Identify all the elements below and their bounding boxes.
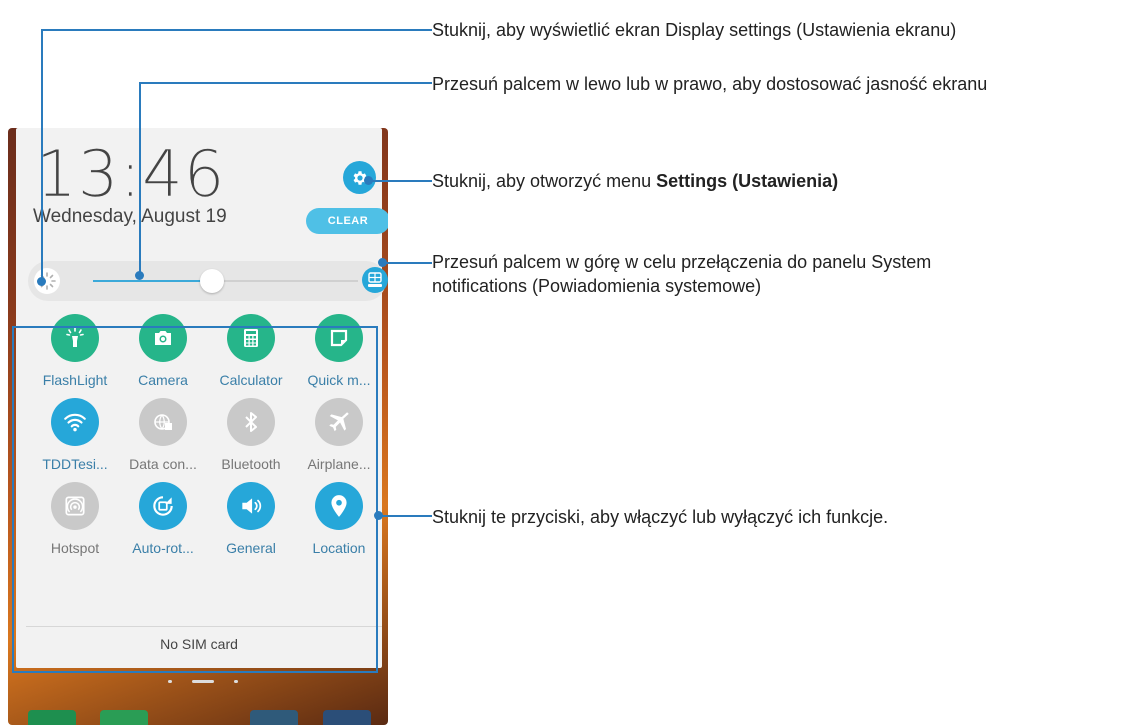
callout-settings-bold: Settings (Ustawienia): [656, 171, 839, 191]
callout-line2: notifications (Powiadomienia systemowe): [432, 276, 762, 296]
callout-line: [41, 29, 43, 281]
brightness-slider-thumb[interactable]: [200, 269, 225, 293]
callout-display-settings: Stuknij, aby wyświetlić ekran Display se…: [432, 20, 957, 40]
callout-line: [379, 515, 432, 517]
callout-settings-prefix: Stuknij, aby otworzyć menu: [432, 171, 657, 191]
brightness-track[interactable]: [93, 269, 358, 293]
brightness-fill: [93, 280, 213, 282]
callout-line: [139, 82, 141, 275]
auto-brightness-button[interactable]: [362, 267, 388, 293]
callout-line1: Przesuń palcem w górę w celu przełączeni…: [432, 252, 932, 272]
brightness-bar[interactable]: [28, 261, 388, 301]
callout-line: [139, 82, 432, 84]
auto-brightness-icon: [368, 272, 382, 287]
dock-app-icon[interactable]: [28, 710, 76, 725]
callout-dot: [378, 258, 387, 267]
callout-dot: [374, 511, 383, 520]
dock-app-icon[interactable]: [250, 710, 298, 725]
callout-system-notifications: Przesuń palcem w górę w celu przełączeni…: [432, 250, 931, 298]
callout-dot: [364, 176, 373, 185]
callout-dot: [135, 271, 144, 280]
clear-button[interactable]: CLEAR: [306, 208, 388, 234]
toggle-buttons-highlight: [12, 326, 378, 673]
callout-dot: [37, 277, 46, 286]
clock-time: 13:46: [36, 138, 226, 213]
dock-app-icon[interactable]: [100, 710, 148, 725]
callout-settings: Stuknij, aby otworzyć menu Settings (Ust…: [432, 169, 838, 193]
clock-date: Wednesday, August 19: [33, 206, 227, 227]
callout-line: [41, 29, 432, 31]
page-indicator: [168, 679, 238, 685]
dock-app-icon[interactable]: [323, 710, 371, 725]
callout-brightness: Przesuń palcem w lewo lub w prawo, aby d…: [432, 74, 988, 94]
callout-line: [382, 262, 432, 264]
callout-line: [370, 180, 432, 182]
callout-toggle-buttons: Stuknij te przyciski, aby włączyć lub wy…: [432, 507, 889, 527]
